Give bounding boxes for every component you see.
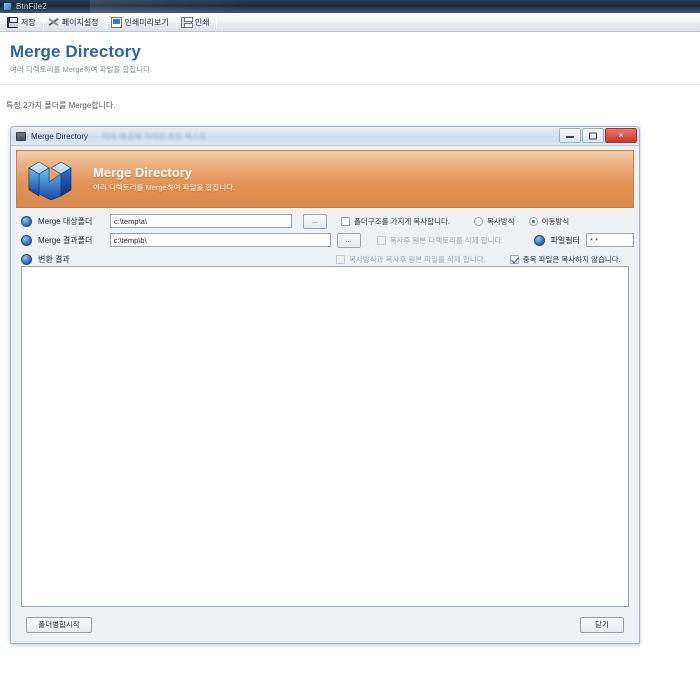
file-filter-input[interactable] (586, 233, 634, 247)
toolbar-button-save[interactable]: 저장 (4, 14, 42, 31)
print-icon (180, 16, 193, 28)
minimize-button[interactable] (559, 128, 581, 143)
form-row-source: Merge 대상폴더 ... 폴더구조를 가지게 복사합니다. 복사방식 이동방… (16, 212, 634, 230)
print-preview-icon (110, 16, 122, 28)
close-button[interactable]: ✕ (605, 128, 637, 143)
toolbar-button-print[interactable]: 인쇄 (178, 14, 216, 31)
start-merge-button[interactable]: 폴더병합시작 (26, 617, 92, 633)
banner-title: Merge Directory (93, 165, 192, 180)
copy-mode-label: 복사방식 (486, 216, 515, 226)
application-window: BtnFile2 저장 페이지설정 인쇄미리보기 인쇄 Merge Direct… (0, 0, 700, 689)
result-list[interactable] (21, 266, 629, 607)
app-titlebar[interactable]: BtnFile2 (0, 0, 700, 13)
target-browse-button[interactable]: ... (336, 232, 361, 248)
bullet-icon (21, 253, 32, 265)
toolbar-label-print: 인쇄 (194, 17, 210, 27)
app-window-title: BtnFile2 (16, 2, 47, 11)
delete-source-dir-label: 복사후 원본 디렉토리를 삭제 합니다. (389, 235, 504, 245)
dialog-footer: 폴더병합시작 닫기 (11, 609, 639, 643)
dialog-banner: Merge Directory 여러 디렉토리를 Merge하여 파일을 합칩니… (16, 150, 634, 208)
label-source-folder: Merge 대상폴더 (38, 216, 93, 226)
delete-source-file-checkbox[interactable] (336, 254, 345, 264)
dialog-background-text: 미리 배경에 가려진 흐린 텍스트 (101, 131, 207, 141)
bullet-icon (21, 215, 32, 227)
label-result: 변환 결과 (38, 254, 70, 264)
window-icon (16, 131, 26, 141)
page-note: 특정 2가지 폴더를 Merge합니다. (6, 101, 116, 110)
toolbar-label-save: 저장 (21, 17, 36, 27)
banner-text-group: Merge Directory 여러 디렉토리를 Merge하여 파일을 합칩니… (93, 165, 235, 193)
skip-duplicates-checkbox[interactable] (509, 254, 519, 264)
toolbar-label-print-preview: 인쇄미리보기 (124, 17, 169, 27)
banner-subtitle: 여러 디렉토리를 Merge하여 파일을 합칩니다. (93, 183, 236, 192)
bullet-icon (533, 234, 545, 246)
header-divider (0, 84, 700, 85)
app-icon (3, 2, 12, 11)
toolbar-button-print-preview[interactable]: 인쇄미리보기 (108, 14, 175, 31)
window-controls: ✕ (559, 128, 637, 143)
copy-mode-radio[interactable] (473, 216, 483, 226)
toolbar-label-page-setup: 페이지설정 (61, 17, 99, 27)
page-header: Merge Directory 여러 디렉토리를 Merge하여 파일을 합칩니… (0, 32, 700, 84)
toolbar-separator (105, 15, 107, 29)
label-file-filter: 파일필터 (550, 235, 580, 245)
source-folder-input[interactable] (110, 214, 292, 228)
source-browse-button[interactable]: ... (303, 213, 327, 229)
delete-source-dir-checkbox[interactable] (376, 235, 386, 245)
keep-structure-checkbox[interactable] (341, 216, 350, 226)
toolbar-separator (216, 15, 218, 29)
merge-cubes-icon (27, 158, 73, 201)
save-icon (7, 16, 18, 28)
maximize-button[interactable] (582, 128, 604, 143)
toolbar-separator (42, 15, 44, 29)
keep-structure-label: 폴더구조를 가지게 복사합니다. (354, 216, 450, 226)
toolbar-separator (175, 15, 177, 29)
page-subtitle: 여러 디렉토리를 Merge하여 파일을 합칩니다. (10, 65, 153, 74)
target-folder-input[interactable] (109, 233, 331, 247)
page-setup-icon (48, 17, 59, 28)
label-target-folder: Merge 결과폴더 (38, 235, 93, 245)
titlebar-sheen (90, 0, 250, 13)
skip-duplicates-label: 중복 파일은 복사하지 않습니다. (522, 254, 621, 264)
toolbar-button-page-setup[interactable]: 페이지설정 (45, 14, 105, 31)
app-toolbar: 저장 페이지설정 인쇄미리보기 인쇄 (0, 13, 700, 32)
form-row-target: Merge 결과폴더 ... 복사후 원본 디렉토리를 삭제 합니다. 파일필터 (16, 231, 634, 249)
move-mode-radio[interactable] (528, 216, 538, 226)
page-title: Merge Directory (10, 42, 141, 61)
close-dialog-button[interactable]: 닫기 (580, 617, 624, 633)
bullet-icon (21, 234, 32, 246)
delete-source-file-label: 복사방식과 복사후 원본 파일를 삭제 합니다. (349, 254, 486, 264)
move-mode-label: 이동방식 (541, 216, 570, 226)
dialog-title: Merge Directory (31, 131, 88, 141)
merge-directory-dialog: Merge Directory 미리 배경에 가려진 흐린 텍스트 ✕ Merg… (10, 126, 640, 644)
dialog-titlebar[interactable]: Merge Directory 미리 배경에 가려진 흐린 텍스트 ✕ (11, 127, 639, 146)
minimize-icon (566, 135, 574, 138)
maximize-icon (589, 132, 597, 139)
close-icon: ✕ (618, 132, 624, 139)
dialog-form: Merge 대상폴더 ... 폴더구조를 가지게 복사합니다. 복사방식 이동방… (16, 212, 634, 270)
